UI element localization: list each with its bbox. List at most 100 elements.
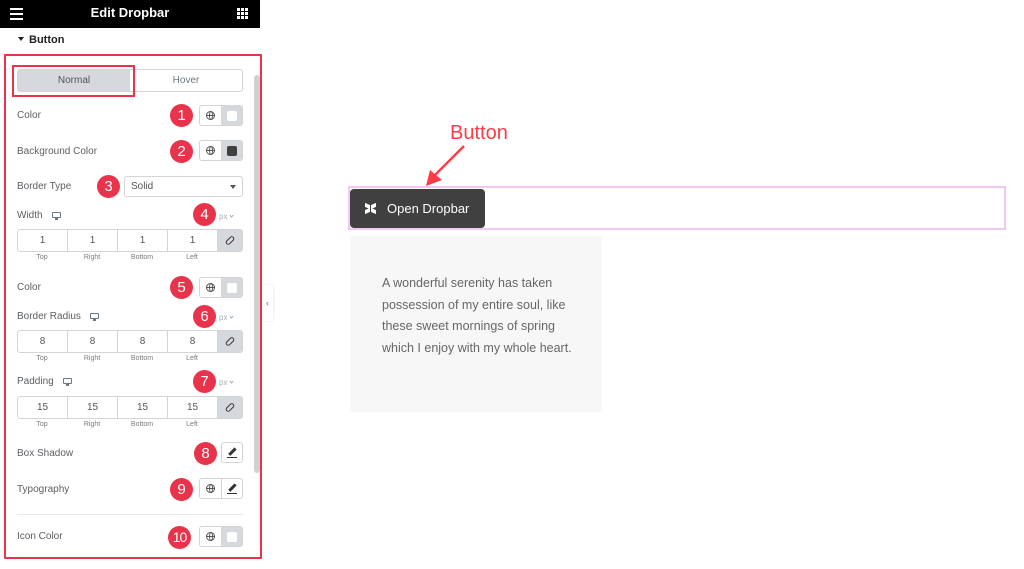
padding-unit-select[interactable]: px: [219, 378, 235, 387]
link-values-button[interactable]: [218, 331, 242, 352]
link-icon: [224, 235, 236, 246]
padding-inputs: 15 15 15 15: [17, 396, 243, 419]
pencil-icon: [226, 484, 237, 494]
globe-icon: [206, 283, 215, 292]
link-icon: [224, 402, 236, 413]
border-color-swatch: [226, 282, 237, 293]
radius-bottom-input[interactable]: 8: [118, 331, 168, 352]
globe-icon: [205, 484, 215, 493]
radius-right-input[interactable]: 8: [68, 331, 118, 352]
dropbar-text: A wonderful serenity has taken possessio…: [382, 276, 572, 355]
unit-value: px: [219, 212, 228, 221]
padding-label-text: Padding: [17, 376, 54, 387]
step-badge-2: 2: [170, 140, 193, 163]
editor-panel: Edit Dropbar Button Normal Hover Color B…: [0, 0, 262, 569]
width-dim-labels: Top Right Bottom Left: [17, 254, 217, 261]
step-badge-6: 6: [193, 305, 216, 328]
border-color-control: [199, 277, 243, 298]
background-color-swatch: [226, 145, 237, 156]
desktop-icon[interactable]: [89, 313, 99, 321]
unit-value: px: [219, 313, 228, 322]
global-icon-color-button[interactable]: [200, 527, 221, 546]
dropbox-icon: [365, 202, 377, 214]
icon-color-control: [199, 526, 243, 547]
dropbar-content: A wonderful serenity has taken possessio…: [350, 236, 602, 412]
typography-edit-button[interactable]: [220, 479, 242, 498]
icon-color-label: Icon Color: [17, 531, 63, 542]
box-shadow-edit-button[interactable]: [221, 442, 243, 463]
width-right-input[interactable]: 1: [68, 230, 118, 251]
section-title: Button: [29, 34, 65, 46]
padding-bottom-input[interactable]: 15: [118, 397, 168, 418]
globe-icon: [206, 532, 215, 541]
typography-control: [199, 478, 243, 499]
open-dropbar-button[interactable]: Open Dropbar: [350, 189, 485, 228]
global-color-button[interactable]: [200, 106, 221, 125]
border-radius-unit-select[interactable]: px: [219, 313, 235, 322]
globe-icon: [206, 111, 215, 120]
width-left-input[interactable]: 1: [168, 230, 218, 251]
link-values-button[interactable]: [218, 397, 242, 418]
icon-color-picker-button[interactable]: [221, 527, 242, 546]
section-divider: [17, 514, 243, 515]
global-typography-button[interactable]: [200, 479, 221, 498]
padding-left-input[interactable]: 15: [168, 397, 218, 418]
color-label: Color: [17, 110, 41, 121]
radius-top-input[interactable]: 8: [18, 331, 68, 352]
step-badge-4: 4: [193, 203, 216, 226]
border-type-label: Border Type: [17, 181, 72, 192]
link-icon: [224, 336, 236, 347]
color-picker-button[interactable]: [221, 106, 242, 125]
dim-label-top: Top: [36, 355, 48, 362]
padding-dim-labels: Top Right Bottom Left: [17, 421, 217, 428]
chevron-down-icon: [229, 213, 235, 218]
annotation-arrow-icon: [426, 145, 465, 186]
tab-hover[interactable]: Hover: [130, 70, 242, 91]
pencil-icon: [227, 448, 237, 458]
tab-highlight-frame: [12, 65, 135, 97]
border-color-picker-button[interactable]: [221, 278, 242, 297]
section-toggle-button[interactable]: Button: [18, 34, 64, 46]
desktop-icon[interactable]: [62, 378, 72, 386]
global-background-color-button[interactable]: [200, 141, 221, 160]
dim-label-bottom: Bottom: [130, 355, 154, 362]
caret-down-icon: [18, 37, 24, 41]
dim-label-right: Right: [83, 254, 101, 261]
dim-label-right: Right: [83, 355, 101, 362]
panel-scrollbar[interactable]: [254, 75, 260, 473]
globe-icon: [206, 146, 215, 155]
width-bottom-input[interactable]: 1: [118, 230, 168, 251]
border-type-value: Solid: [131, 181, 154, 192]
button-label: Open Dropbar: [387, 201, 470, 216]
global-border-color-button[interactable]: [200, 278, 221, 297]
box-shadow-label: Box Shadow: [17, 448, 74, 459]
step-badge-5: 5: [170, 276, 193, 299]
icon-color-swatch: [226, 531, 237, 542]
step-badge-10: 10: [168, 526, 191, 549]
typography-label: Typography: [17, 484, 70, 495]
panel-header: Edit Dropbar: [0, 0, 260, 28]
dim-label-top: Top: [36, 421, 48, 428]
padding-right-input[interactable]: 15: [68, 397, 118, 418]
border-type-select[interactable]: Solid: [124, 176, 243, 197]
background-color-picker-button[interactable]: [221, 141, 242, 160]
color-control: [199, 105, 243, 126]
widgets-grid-icon[interactable]: [237, 8, 248, 19]
background-color-label: Background Color: [17, 146, 98, 157]
step-badge-1: 1: [170, 104, 193, 127]
dim-label-left: Left: [186, 355, 198, 362]
link-values-button[interactable]: [218, 230, 242, 251]
width-top-input[interactable]: 1: [18, 230, 68, 251]
border-radius-label: Border Radius: [17, 311, 99, 322]
padding-top-input[interactable]: 15: [18, 397, 68, 418]
unit-value: px: [219, 378, 228, 387]
dim-label-left: Left: [186, 254, 198, 261]
desktop-icon[interactable]: [51, 212, 61, 220]
step-badge-7: 7: [193, 370, 216, 393]
radius-left-input[interactable]: 8: [168, 331, 218, 352]
color-swatch: [226, 110, 237, 121]
step-badge-9: 9: [170, 478, 193, 501]
collapse-panel-button[interactable]: ‹: [262, 285, 273, 321]
width-unit-select[interactable]: px: [219, 212, 235, 221]
width-label-text: Width: [17, 210, 43, 221]
